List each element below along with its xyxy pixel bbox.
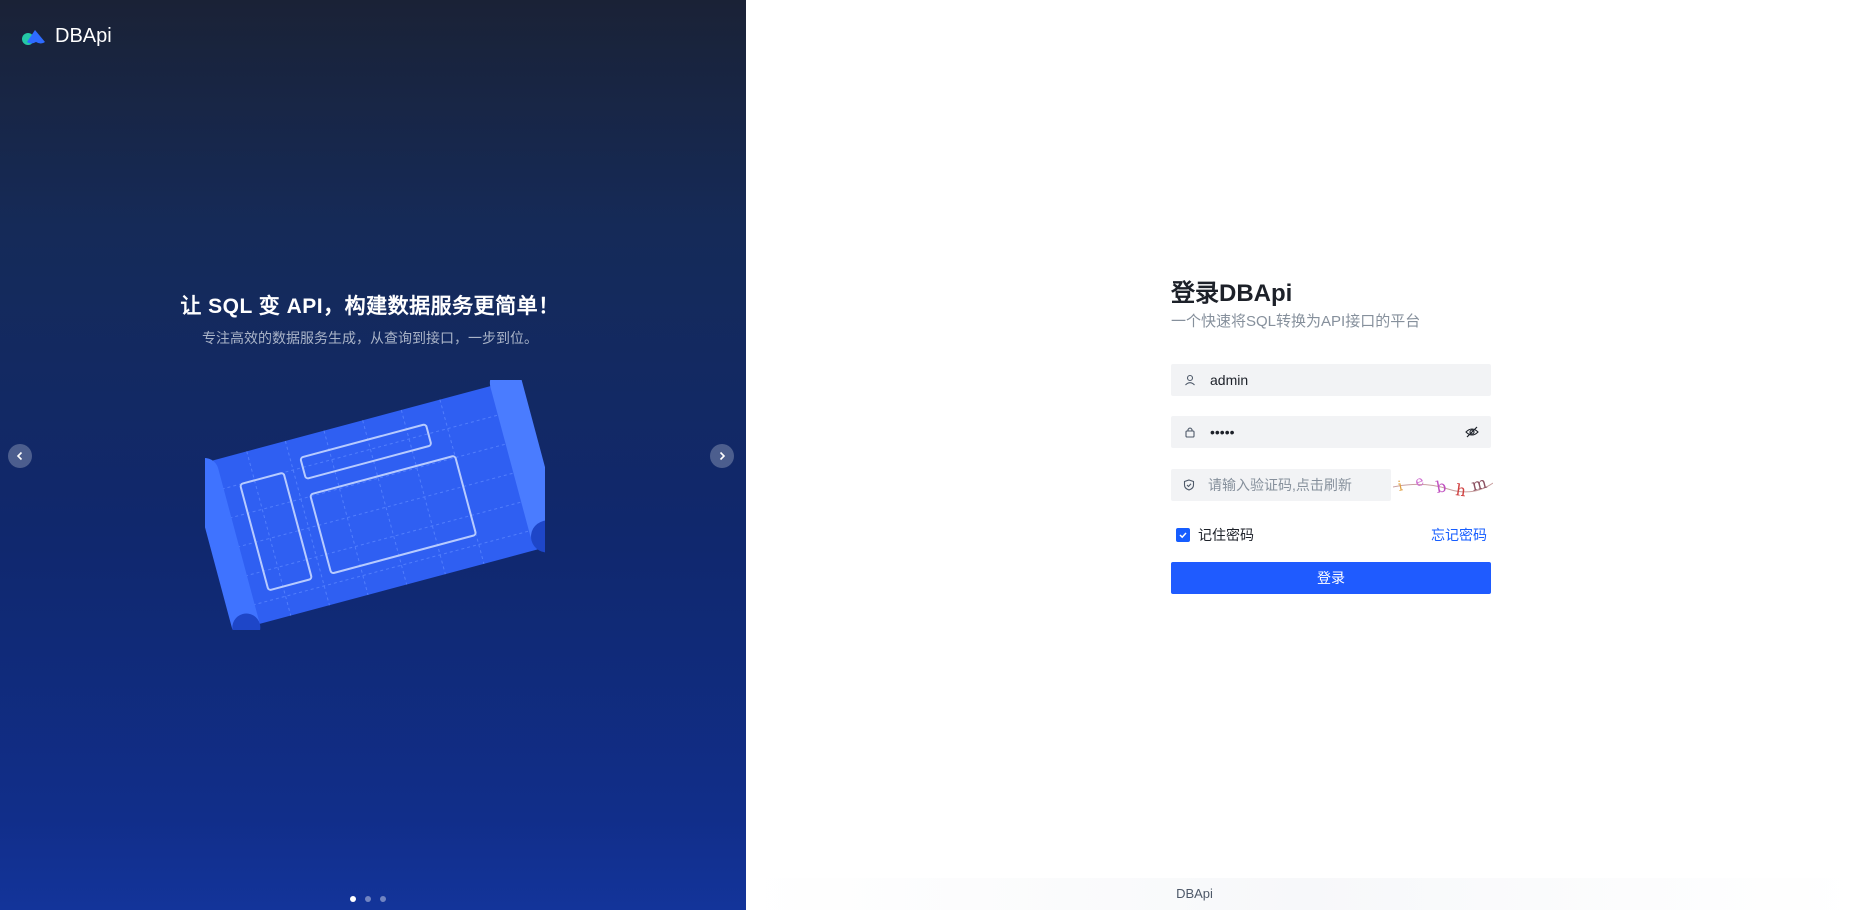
svg-text:m: m: [1469, 473, 1488, 495]
login-form: 登录DBApi 一个快速将SQL转换为API接口的平台 admin ••••• …: [1171, 278, 1493, 594]
captcha-field[interactable]: [1171, 469, 1391, 501]
brand-name: DBApi: [55, 25, 112, 47]
login-subtitle: 一个快速将SQL转换为API接口的平台: [1171, 313, 1421, 330]
username-field[interactable]: [1171, 364, 1491, 396]
remember-row: 记住密码 忘记密码: [1171, 525, 1491, 545]
username-input[interactable]: [1210, 372, 1479, 388]
carousel-dots: [350, 896, 386, 902]
carousel-next-button[interactable]: [710, 444, 734, 468]
chevron-right-icon: [719, 451, 726, 461]
password-field[interactable]: [1171, 416, 1491, 448]
eye-off-icon[interactable]: [1465, 425, 1479, 439]
login-title: 登录DBApi: [1171, 280, 1293, 307]
lock-icon: [1183, 425, 1197, 439]
carousel-dot-1[interactable]: [350, 896, 356, 902]
checkbox-checked-icon[interactable]: [1176, 528, 1190, 542]
slide-title: 让 SQL 变 API，构建数据服务更简单！: [180, 295, 560, 318]
forgot-password-link[interactable]: 忘记密码: [1431, 525, 1491, 545]
svg-text:e: e: [1413, 473, 1426, 491]
blueprint-illustration: [205, 380, 545, 630]
user-icon: [1183, 373, 1197, 387]
svg-text:b: b: [1434, 476, 1447, 496]
slide-subtitle: 专注高效的数据服务生成，从查询到接口，一步到位。: [202, 330, 538, 346]
brand: DBApi: [21, 25, 112, 48]
captcha-image[interactable]: i e b h m: [1393, 469, 1493, 501]
password-input[interactable]: [1210, 424, 1465, 440]
footer: DBApi: [746, 878, 1861, 910]
login-button[interactable]: 登录: [1171, 562, 1491, 594]
carousel-prev-button[interactable]: [8, 444, 32, 468]
svg-text:i: i: [1397, 478, 1405, 495]
shield-icon: [1183, 478, 1195, 492]
chevron-left-icon: [16, 451, 23, 461]
carousel-dot-2[interactable]: [365, 896, 371, 902]
captcha-input[interactable]: [1208, 477, 1389, 493]
carousel-panel: DBApi 让 SQL 变 API，构建数据服务更简单！ 专注高效的数据服务生成…: [0, 0, 746, 910]
svg-text:h: h: [1454, 480, 1467, 500]
remember-checkbox[interactable]: 记住密码: [1171, 525, 1254, 545]
logo-icon: [22, 29, 45, 45]
footer-text: DBApi: [1176, 886, 1213, 901]
remember-label: 记住密码: [1198, 527, 1254, 543]
carousel-dot-3[interactable]: [380, 896, 386, 902]
